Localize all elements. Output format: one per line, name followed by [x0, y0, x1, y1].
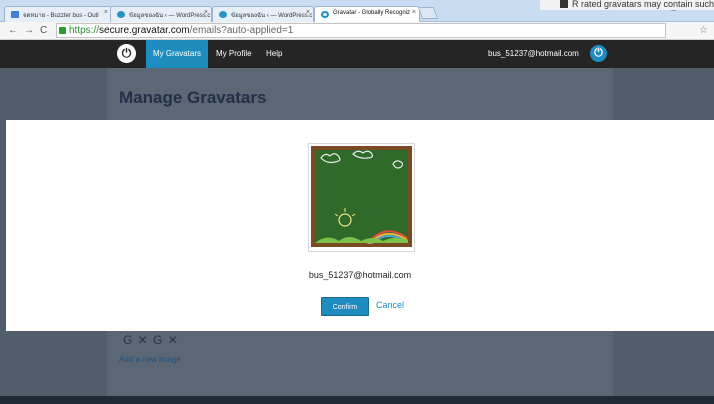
browser-tab-active[interactable]: Gravatar - Globally Recogniz × [314, 6, 420, 22]
wordpress-icon [117, 11, 125, 18]
tab-label: ข้อมูลของฉัน ‹ — WordPress.c [129, 13, 211, 19]
gravatar-logo-icon[interactable]: ⏻ [117, 44, 136, 63]
close-icon[interactable]: × [306, 9, 310, 16]
confirm-dialog: bus_51237@hotmail.com Confirm Cancel [6, 120, 714, 331]
nav-help[interactable]: Help [259, 40, 289, 68]
lock-icon [59, 27, 66, 34]
new-tab-button[interactable] [417, 7, 439, 19]
footer-strip [0, 396, 714, 404]
address-bar[interactable]: https://secure.gravatar.com/emails?auto-… [56, 23, 666, 38]
forward-icon[interactable]: → [24, 25, 34, 36]
tab-label: ข้อมูลของฉัน ‹ — WordPress.c [231, 13, 313, 19]
browser-toolbar: ← → C https://secure.gravatar.com/emails… [0, 22, 714, 40]
header-user-email[interactable]: bus_51237@hotmail.com [488, 40, 579, 68]
browser-tab[interactable]: ข้อมูลของฉัน ‹ — WordPress.c × [212, 6, 314, 22]
tab-label: จดหมาย - Buzzter bus - Outl [23, 13, 99, 19]
close-icon[interactable]: × [412, 9, 416, 16]
back-icon[interactable]: ← [8, 25, 18, 36]
url-host: secure.gravatar.com [99, 25, 190, 36]
browser-tab[interactable]: จดหมาย - Buzzter bus - Outl × [4, 6, 112, 22]
power-icon[interactable]: ⏻ [590, 45, 607, 62]
site-header: ⏻ My Gravatars My Profile Help bus_51237… [0, 40, 714, 68]
background-window-notice: R rated gravatars may contain such t [540, 0, 714, 10]
add-new-image-link[interactable]: Add a new image [119, 355, 181, 364]
confirm-button[interactable]: Confirm [321, 297, 369, 316]
bookmark-star-icon[interactable]: ☆ [699, 25, 708, 36]
dialog-email: bus_51237@hotmail.com [308, 270, 412, 280]
nav-my-profile[interactable]: My Profile [209, 40, 259, 68]
gravatar-icon [321, 11, 329, 18]
mail-icon [11, 11, 19, 18]
tab-label: Gravatar - Globally Recogniz [333, 10, 411, 16]
page-title: Manage Gravatars [119, 88, 267, 107]
background-image-row: G ✕ G ✕ [123, 333, 179, 347]
rating-icon [560, 0, 568, 8]
cancel-link[interactable]: Cancel [376, 300, 404, 310]
nav-my-gravatars[interactable]: My Gravatars [146, 40, 209, 68]
url-scheme: https:// [69, 25, 100, 36]
close-icon[interactable]: × [204, 9, 208, 16]
wordpress-icon [219, 11, 227, 18]
reload-icon[interactable]: C [40, 25, 47, 36]
close-icon[interactable]: × [104, 9, 108, 16]
url-path: /emails?auto-applied=1 [189, 25, 294, 36]
avatar-image [308, 143, 415, 252]
rating-notice-text: R rated gravatars may contain such t [572, 0, 714, 9]
browser-tab[interactable]: ข้อมูลของฉัน ‹ — WordPress.c × [110, 6, 212, 22]
